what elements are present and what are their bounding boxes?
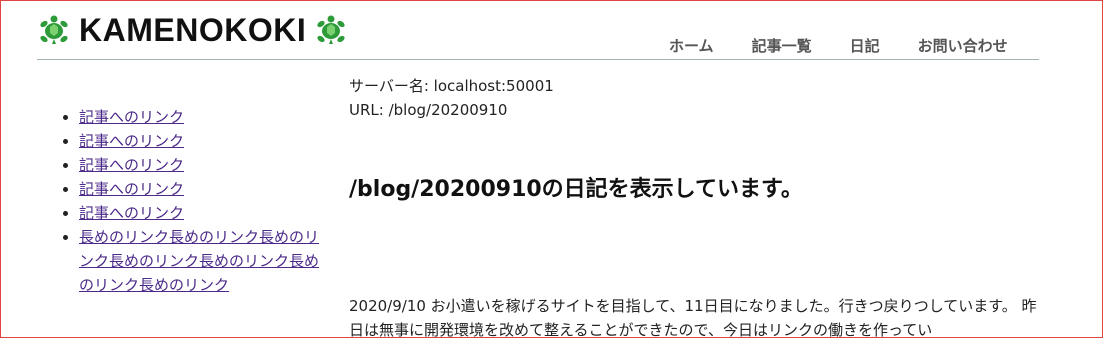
logo-text: KAMENOKOKI [79,12,307,48]
nav-diary[interactable]: 日記 [850,35,880,56]
sidebar-link[interactable]: 記事へのリンク [79,156,184,174]
list-item: 記事へのリンク [79,105,329,129]
list-item: 記事へのリンク [79,201,329,225]
nav-articles[interactable]: 記事一覧 [752,35,812,56]
site-logo[interactable]: KAMENOKOKI [37,13,348,47]
nav-home[interactable]: ホーム [669,35,714,56]
article-body: 2020/9/10 お小遣いを稼げるサイトを目指して、11日目になりました。行き… [349,297,1037,339]
list-item: 長めのリンク長めのリンク長めのリンク長めのリンク長めのリンク長めのリンク長めのリ… [79,225,329,297]
sidebar-link[interactable]: 記事へのリンク [79,132,184,150]
url-line: URL: /blog/20200910 [349,101,508,119]
sidebar-link[interactable]: 記事へのリンク [79,204,184,222]
server-name-line: サーバー名: localhost:50001 [349,77,554,95]
nav-contact[interactable]: お問い合わせ [918,35,1008,56]
site-header: KAMENOKOKI ホーム 記事一覧 日記 お問い合わせ [37,9,1039,60]
turtle-icon [317,15,345,44]
main-nav: ホーム 記事一覧 日記 お問い合わせ [669,35,1046,56]
sidebar: 記事へのリンク 記事へのリンク 記事へのリンク 記事へのリンク 記事へのリンク … [59,105,329,297]
sidebar-link[interactable]: 記事へのリンク [79,108,184,126]
list-item: 記事へのリンク [79,177,329,201]
sidebar-long-link[interactable]: 長めのリンク長めのリンク長めのリンク長めのリンク長めのリンク長めのリンク長めのリ… [79,228,319,294]
main-content: サーバー名: localhost:50001 URL: /blog/202009… [349,74,1039,339]
list-item: 記事へのリンク [79,129,329,153]
turtle-icon [40,15,68,44]
sidebar-link[interactable]: 記事へのリンク [79,180,184,198]
sidebar-link-list: 記事へのリンク 記事へのリンク 記事へのリンク 記事へのリンク 記事へのリンク … [59,105,329,297]
list-item: 記事へのリンク [79,153,329,177]
page-title: /blog/20200910の日記を表示しています。 [349,177,803,202]
